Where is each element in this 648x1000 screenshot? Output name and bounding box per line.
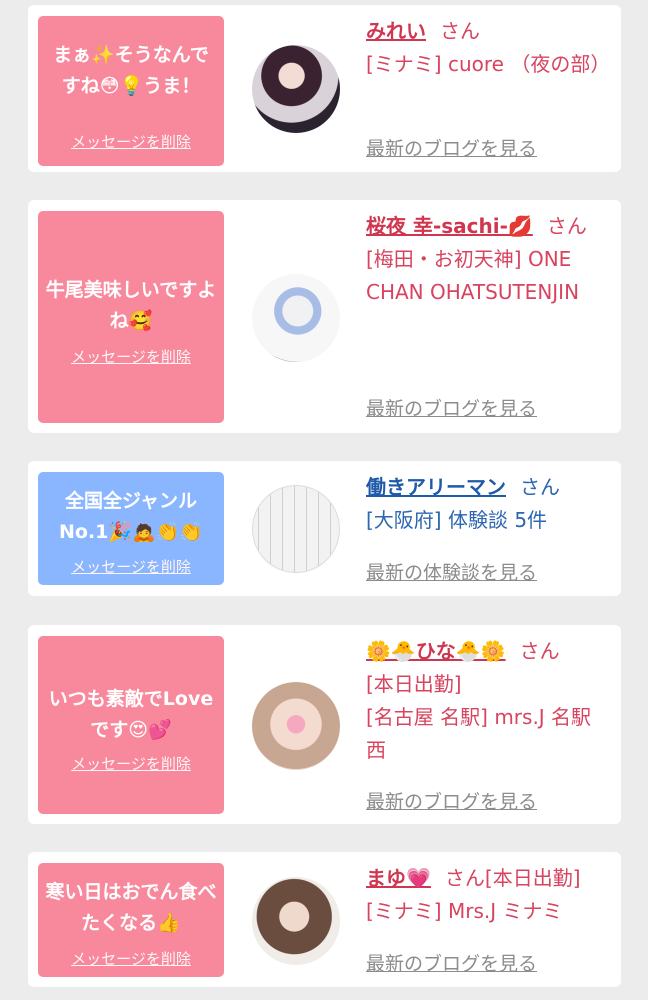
message-card: 牛尾美味しいですよね🥰 メッセージを削除 桜夜 幸-sachi-💋 さん [梅田・…: [28, 200, 621, 433]
message-card: いつも素敵でLoveです😍💕 メッセージを削除 🌼🐣ひな🐣🌼 さん [本日出勤] …: [28, 625, 621, 824]
status-label: [本日出勤]: [366, 672, 462, 696]
latest-blog-link[interactable]: 最新のブログを見る: [366, 394, 537, 421]
message-text: 寒い日はおでん食べたくなる👍: [45, 881, 217, 934]
delete-message-link[interactable]: メッセージを削除: [38, 753, 224, 774]
honorific: さん: [546, 214, 587, 238]
message-text: 牛尾美味しいですよね🥰: [45, 279, 217, 332]
honorific: さん: [520, 475, 560, 499]
message-text: 全国全ジャンルNo.1🎉🙇👏👏: [58, 490, 204, 543]
message-bubble: 全国全ジャンルNo.1🎉🙇👏👏 メッセージを削除: [38, 472, 224, 585]
latest-experience-link[interactable]: 最新の体験談を見る: [366, 558, 537, 585]
honorific: さん[本日出勤]: [444, 866, 581, 890]
profile-name-link[interactable]: みれい: [366, 19, 426, 43]
honorific: さん: [440, 19, 480, 43]
message-bubble: 寒い日はおでん食べたくなる👍 メッセージを削除: [38, 863, 224, 977]
profile-name-link[interactable]: 桜夜 幸-sachi-💋: [366, 214, 533, 238]
honorific: さん: [519, 639, 560, 663]
message-card: まぁ✨そうなんですね😳💡うま！ メッセージを削除 みれい さん [ミナミ] cuo…: [28, 5, 621, 172]
shop-label: [大阪府] 体験談 5件: [366, 508, 548, 532]
message-bubble: いつも素敵でLoveです😍💕 メッセージを削除: [38, 636, 224, 814]
message-card: 全国全ジャンルNo.1🎉🙇👏👏 メッセージを削除 働きアリーマン さん [大阪府]…: [28, 461, 621, 596]
shop-label: [ミナミ] Mrs.J ミナミ: [366, 899, 563, 923]
latest-blog-link[interactable]: 最新のブログを見る: [366, 787, 537, 814]
profile-info: 桜夜 幸-sachi-💋 さん [梅田・お初天神] ONE CHAN OHATSU…: [366, 210, 603, 309]
message-card: 寒い日はおでん食べたくなる👍 メッセージを削除 まゆ💗 さん[本日出勤] [ミナミ…: [28, 852, 621, 987]
avatar[interactable]: [252, 274, 340, 362]
shop-label: [ミナミ] cuore （夜の部）: [366, 52, 611, 76]
delete-message-link[interactable]: メッセージを削除: [38, 556, 224, 577]
profile-info: 🌼🐣ひな🐣🌼 さん [本日出勤] [名古屋 名駅] mrs.J 名駅西: [366, 635, 603, 767]
profile-info: まゆ💗 さん[本日出勤] [ミナミ] Mrs.J ミナミ: [366, 862, 603, 928]
message-text: まぁ✨そうなんですね😳💡うま！: [53, 44, 209, 97]
message-bubble: まぁ✨そうなんですね😳💡うま！ メッセージを削除: [38, 16, 224, 166]
profile-name-link[interactable]: 🌼🐣ひな🐣🌼: [366, 639, 506, 663]
delete-message-link[interactable]: メッセージを削除: [38, 948, 224, 969]
delete-message-link[interactable]: メッセージを削除: [38, 131, 224, 152]
message-feed: まぁ✨そうなんですね😳💡うま！ メッセージを削除 みれい さん [ミナミ] cuo…: [0, 0, 648, 1000]
message-bubble: 牛尾美味しいですよね🥰 メッセージを削除: [38, 211, 224, 423]
avatar[interactable]: [252, 485, 340, 573]
shop-label: [名古屋 名駅] mrs.J 名駅西: [366, 705, 592, 762]
profile-info: 働きアリーマン さん [大阪府] 体験談 5件: [366, 471, 603, 537]
latest-blog-link[interactable]: 最新のブログを見る: [366, 949, 537, 976]
profile-info: みれい さん [ミナミ] cuore （夜の部）: [366, 15, 611, 81]
avatar[interactable]: [252, 45, 340, 133]
delete-message-link[interactable]: メッセージを削除: [38, 346, 224, 367]
latest-blog-link[interactable]: 最新のブログを見る: [366, 134, 537, 161]
avatar[interactable]: [252, 682, 340, 770]
message-text: いつも素敵でLoveです😍💕: [48, 688, 214, 741]
avatar[interactable]: [252, 877, 340, 965]
profile-name-link[interactable]: まゆ💗: [366, 866, 431, 890]
profile-name-link[interactable]: 働きアリーマン: [366, 475, 506, 499]
shop-label: [梅田・お初天神] ONE CHAN OHATSUTENJIN: [366, 247, 580, 304]
